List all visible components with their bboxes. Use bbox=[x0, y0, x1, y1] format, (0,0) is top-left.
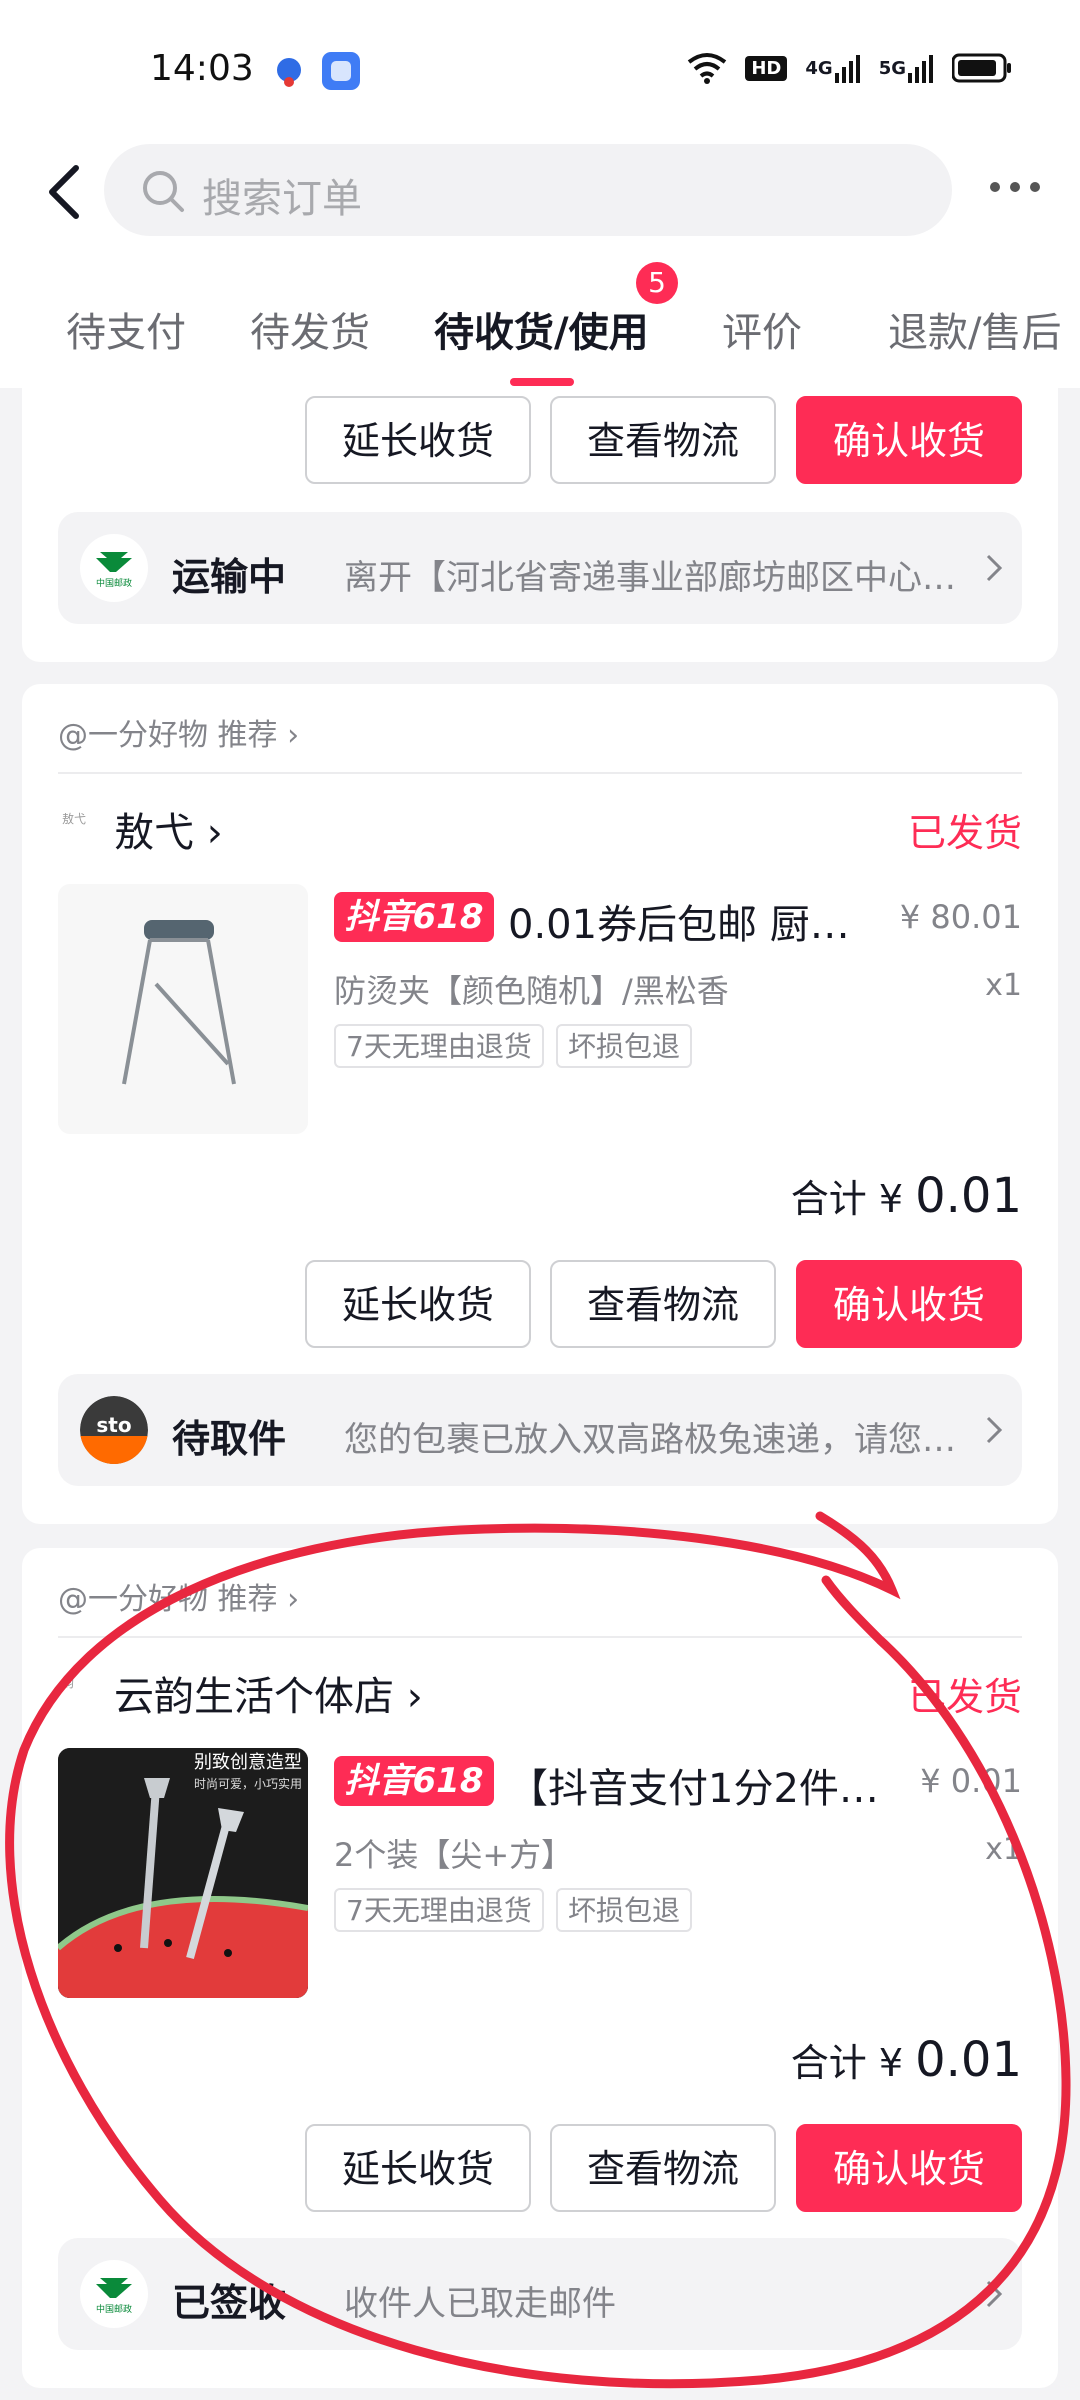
extend-receipt-button[interactable]: 延长收货 bbox=[305, 1260, 531, 1348]
svg-text:时尚可爱，小巧实用: 时尚可爱，小巧实用 bbox=[194, 1776, 302, 1791]
chevron-right-icon: › bbox=[406, 1674, 423, 1720]
divider bbox=[58, 1636, 1022, 1638]
logistics-bar[interactable]: sto 待取件 您的包裹已放入双高路极兔速递，请您尽… bbox=[58, 1374, 1022, 1486]
view-logistics-button[interactable]: 查看物流 bbox=[550, 396, 776, 484]
shop-avatar: 韵 bbox=[62, 1676, 75, 1690]
back-icon[interactable] bbox=[44, 162, 84, 222]
view-logistics-button[interactable]: 查看物流 bbox=[550, 2124, 776, 2212]
tab-pending-payment[interactable]: 待支付 bbox=[66, 300, 186, 358]
view-logistics-button[interactable]: 查看物流 bbox=[550, 1260, 776, 1348]
service-tag: 坏损包退 bbox=[556, 1888, 693, 1932]
tab-refund-aftersale[interactable]: 退款/售后 bbox=[888, 300, 1061, 358]
chevron-right-icon: › bbox=[287, 1582, 300, 1617]
recommend-link[interactable]: @一分好物 推荐 › bbox=[58, 1574, 299, 1618]
shop-avatar: 敖弋 bbox=[62, 812, 87, 826]
battery-icon bbox=[952, 53, 1012, 83]
svg-text:别致创意造型: 别致创意造型 bbox=[194, 1752, 302, 1773]
signal-4g-icon: 4G bbox=[805, 53, 860, 83]
confirm-receipt-button[interactable]: 确认收货 bbox=[796, 396, 1022, 484]
product-sku: 2个装【尖+方】 bbox=[334, 1836, 574, 1874]
service-tag: 7天无理由退货 bbox=[334, 1888, 544, 1932]
chevron-right-icon bbox=[984, 552, 1004, 588]
signal-5g-icon: 5G bbox=[879, 53, 934, 83]
promo-badge: 抖音618 bbox=[334, 1756, 494, 1806]
logistics-desc: 收件人已取走邮件 bbox=[344, 2284, 616, 2324]
extend-receipt-button[interactable]: 延长收货 bbox=[305, 396, 531, 484]
tab-badge-count: 5 bbox=[636, 262, 678, 304]
logistics-status: 已签收 bbox=[172, 2281, 287, 2325]
logistics-status: 运输中 bbox=[172, 555, 287, 599]
product-title[interactable]: 【抖音支付1分2件… bbox=[508, 1756, 898, 1814]
divider bbox=[58, 772, 1022, 774]
china-post-logo-icon: 中国邮政 bbox=[80, 534, 148, 602]
service-tag: 7天无理由退货 bbox=[334, 1024, 544, 1068]
product-quantity: x1 bbox=[985, 1832, 1022, 1867]
search-bar-row: 搜索订单 bbox=[0, 140, 1080, 260]
baidu-app-icon bbox=[270, 52, 308, 90]
product-price: ¥ 0.01 bbox=[920, 1762, 1022, 1800]
order-card: 延长收货 查看物流 确认收货 中国邮政 运输中 离开【河北省寄递事业部廊坊邮区中… bbox=[22, 388, 1058, 662]
shop-name[interactable]: 云韵生活个体店 › bbox=[114, 1664, 423, 1722]
status-time: 14:03 bbox=[150, 48, 254, 89]
order-card: @一分好物 推荐 › 敖弋 敖弋 › 已发货 抖音618 0.01券后包邮 厨…… bbox=[22, 684, 1058, 1524]
product-thumbnail[interactable] bbox=[58, 884, 308, 1134]
search-placeholder: 搜索订单 bbox=[202, 176, 362, 222]
active-tab-indicator bbox=[510, 378, 574, 386]
extend-receipt-button[interactable]: 延长收货 bbox=[305, 2124, 531, 2212]
wifi-icon bbox=[687, 52, 727, 84]
tab-pending-shipment[interactable]: 待发货 bbox=[250, 300, 370, 358]
order-total: 合计 ¥ 0.01 bbox=[790, 1168, 1022, 1224]
chevron-right-icon: › bbox=[287, 718, 300, 753]
product-price: ¥ 80.01 bbox=[899, 898, 1022, 936]
logistics-desc: 离开【河北省寄递事业部廊坊邮区中心邮… bbox=[344, 558, 984, 598]
confirm-receipt-button[interactable]: 确认收货 bbox=[796, 1260, 1022, 1348]
logistics-desc: 您的包裹已放入双高路极兔速递，请您尽… bbox=[344, 1420, 984, 1460]
confirm-receipt-button[interactable]: 确认收货 bbox=[796, 2124, 1022, 2212]
product-thumbnail[interactable]: 别致创意造型 时尚可爱，小巧实用 bbox=[58, 1748, 308, 1998]
order-status: 已发货 bbox=[907, 811, 1022, 855]
order-status: 已发货 bbox=[907, 1675, 1022, 1719]
product-quantity: x1 bbox=[985, 968, 1022, 1003]
sto-express-logo-icon: sto bbox=[80, 1396, 148, 1464]
chevron-right-icon bbox=[984, 2278, 1004, 2314]
more-options-icon[interactable] bbox=[990, 182, 1040, 192]
product-sku: 防烫夹【颜色随机】/黑松香 bbox=[334, 972, 729, 1010]
svg-text:sto: sto bbox=[96, 1413, 131, 1437]
tab-review[interactable]: 评价 bbox=[722, 300, 802, 358]
tab-pending-receipt[interactable]: 待收货/使用 bbox=[434, 300, 649, 358]
search-input[interactable]: 搜索订单 bbox=[104, 144, 952, 236]
service-tag: 坏损包退 bbox=[556, 1024, 693, 1068]
order-total: 合计 ¥ 0.01 bbox=[790, 2032, 1022, 2088]
chevron-right-icon bbox=[984, 1414, 1004, 1450]
order-tabs: 待支付 待发货 待收货/使用 评价 退款/售后 bbox=[0, 260, 1080, 388]
app-notification-icon bbox=[322, 52, 360, 90]
status-bar: 14:03 HD 4G 5G bbox=[0, 0, 1080, 140]
product-title[interactable]: 0.01券后包邮 厨… bbox=[508, 892, 898, 950]
chevron-right-icon: › bbox=[206, 810, 223, 856]
promo-badge: 抖音618 bbox=[334, 892, 494, 942]
logistics-bar[interactable]: 中国邮政 已签收 收件人已取走邮件 bbox=[58, 2238, 1022, 2350]
recommend-link[interactable]: @一分好物 推荐 › bbox=[58, 710, 299, 754]
logistics-bar[interactable]: 中国邮政 运输中 离开【河北省寄递事业部廊坊邮区中心邮… bbox=[58, 512, 1022, 624]
logistics-status: 待取件 bbox=[172, 1417, 287, 1461]
china-post-logo-icon: 中国邮政 bbox=[80, 2260, 148, 2328]
svg-text:中国邮政: 中国邮政 bbox=[96, 577, 132, 589]
search-icon bbox=[143, 171, 184, 212]
shop-name[interactable]: 敖弋 › bbox=[114, 800, 223, 858]
svg-text:中国邮政: 中国邮政 bbox=[96, 2303, 132, 2315]
hd-badge: HD bbox=[745, 55, 788, 81]
order-card: @一分好物 推荐 › 韵 云韵生活个体店 › 已发货 别致创意造型 时尚可爱，小… bbox=[22, 1548, 1058, 2388]
